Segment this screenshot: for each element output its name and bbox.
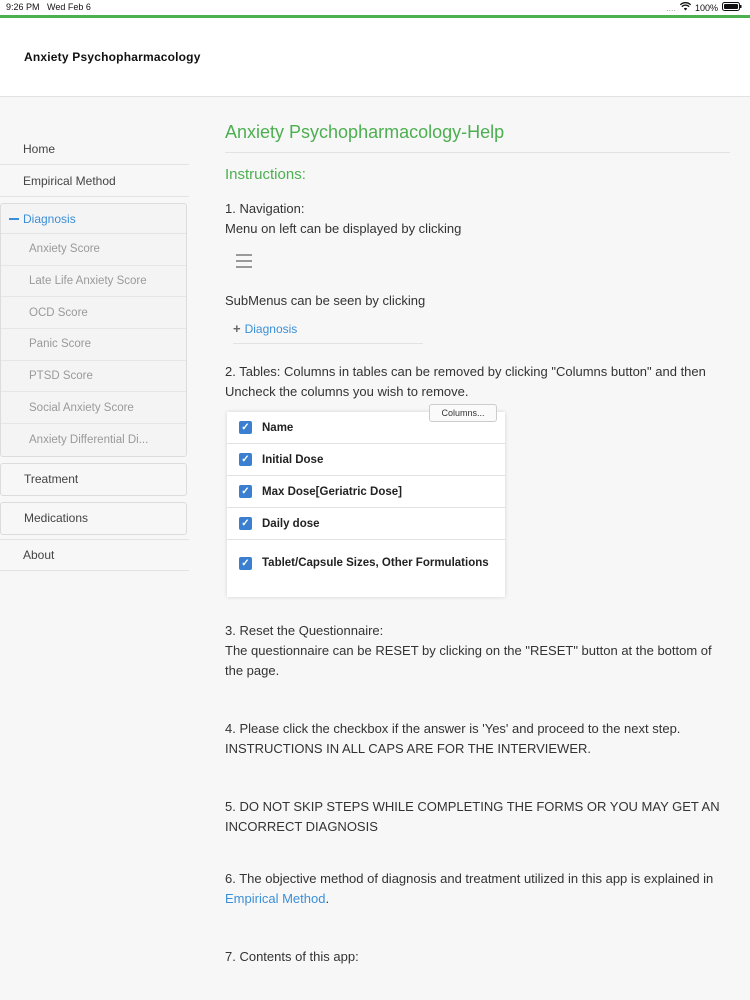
- column-label: Tablet/Capsule Sizes, Other Formulations: [262, 557, 489, 569]
- tables-text: 2. Tables: Columns in tables can be remo…: [225, 364, 706, 399]
- checkbox-instruction: 4. Please click the checkbox if the answ…: [225, 721, 681, 756]
- columns-button: Columns...: [429, 404, 497, 422]
- checkbox-checked-icon: ✓: [239, 485, 252, 498]
- column-option: ✓ Max Dose[Geriatric Dose]: [227, 476, 505, 508]
- column-option: ✓ Initial Dose: [227, 444, 505, 476]
- column-label: Name: [262, 421, 294, 434]
- column-option: ✓ Daily dose: [227, 508, 505, 540]
- column-label: Initial Dose: [262, 453, 324, 466]
- objective-text: 6. The objective method of diagnosis and…: [225, 869, 730, 909]
- sidebar-item-empirical-method[interactable]: Empirical Method: [0, 165, 189, 197]
- help-content: Anxiety Psychopharmacology-Help Instruct…: [225, 118, 730, 967]
- column-option: ✓ Tablet/Capsule Sizes, Other Formulation…: [227, 540, 505, 586]
- checkbox-checked-icon: ✓: [239, 421, 252, 434]
- empirical-method-link[interactable]: Empirical Method: [225, 891, 325, 906]
- checkbox-checked-icon: ✓: [239, 453, 252, 466]
- sidebar-subitem-social-anxiety-score[interactable]: Social Anxiety Score: [1, 392, 186, 425]
- submenu-text: SubMenus can be seen by clicking: [225, 293, 426, 308]
- sidebar-item-about[interactable]: About: [0, 538, 189, 571]
- sidebar-group-diagnosis: Diagnosis Anxiety Score Late Life Anxiet…: [0, 203, 187, 457]
- hamburger-menu-icon[interactable]: [227, 247, 261, 275]
- no-skip-warning: 5. DO NOT SKIP STEPS WHILE COMPLETING TH…: [225, 799, 720, 834]
- status-date: Wed Feb 6: [47, 2, 91, 12]
- reset-heading: 3. Reset the Questionnaire:: [225, 623, 384, 638]
- checkbox-checked-icon: ✓: [239, 517, 252, 530]
- contents-heading: 7. Contents of this app:: [225, 949, 359, 964]
- status-bar: 9:26 PM Wed Feb 6 .... 100%: [0, 0, 750, 15]
- column-label: Daily dose: [262, 517, 320, 530]
- sidebar-item-home[interactable]: Home: [0, 133, 189, 165]
- wifi-icon: [679, 2, 692, 13]
- column-label: Max Dose[Geriatric Dose]: [262, 485, 402, 498]
- objective-text-body: 6. The objective method of diagnosis and…: [225, 871, 714, 886]
- submenu-demo-label: Diagnosis: [244, 322, 298, 336]
- page-title: Anxiety Psychopharmacology-Help: [225, 118, 730, 153]
- sidebar-subitem-anxiety-score[interactable]: Anxiety Score: [1, 234, 186, 266]
- columns-demo-image: Columns... ✓ Name ✓ Initial Dose ✓ Max Dose…: [227, 404, 505, 597]
- sidebar-subitem-anxiety-differential[interactable]: Anxiety Differential Di...: [1, 424, 186, 456]
- signal-indicator: ....: [665, 2, 676, 13]
- instructions-heading: Instructions:: [225, 166, 306, 183]
- app-title: Anxiety Psychopharmacology: [24, 50, 201, 64]
- app-header: Anxiety Psychopharmacology: [0, 18, 750, 97]
- sidebar-nav: Home Empirical Method Diagnosis Anxiety …: [0, 133, 189, 571]
- nav-heading: 1. Navigation:: [225, 201, 305, 216]
- sidebar-subitem-panic-score[interactable]: Panic Score: [1, 329, 186, 361]
- reset-text: The questionnaire can be RESET by clicki…: [225, 643, 712, 678]
- submenu-demo[interactable]: + Diagnosis: [233, 319, 423, 344]
- minus-icon: [9, 217, 19, 220]
- nav-text: Menu on left can be displayed by clickin…: [225, 221, 462, 236]
- checkbox-checked-icon: ✓: [239, 556, 252, 570]
- objective-text-end: .: [325, 891, 330, 906]
- plus-icon: +: [233, 321, 241, 336]
- sidebar-item-treatment[interactable]: Treatment: [0, 462, 187, 496]
- sidebar-subitem-ptsd-score[interactable]: PTSD Score: [1, 361, 186, 393]
- battery-percent: 100%: [694, 2, 718, 13]
- battery-icon: [722, 2, 742, 13]
- sidebar-subitem-late-life-anxiety-score[interactable]: Late Life Anxiety Score: [1, 266, 186, 298]
- sidebar-item-label: Diagnosis: [23, 211, 76, 226]
- sidebar-item-diagnosis[interactable]: Diagnosis: [1, 204, 186, 234]
- sidebar-subitem-ocd-score[interactable]: OCD Score: [1, 297, 186, 330]
- status-time: 9:26 PM: [6, 2, 40, 12]
- sidebar-item-medications[interactable]: Medications: [0, 501, 187, 535]
